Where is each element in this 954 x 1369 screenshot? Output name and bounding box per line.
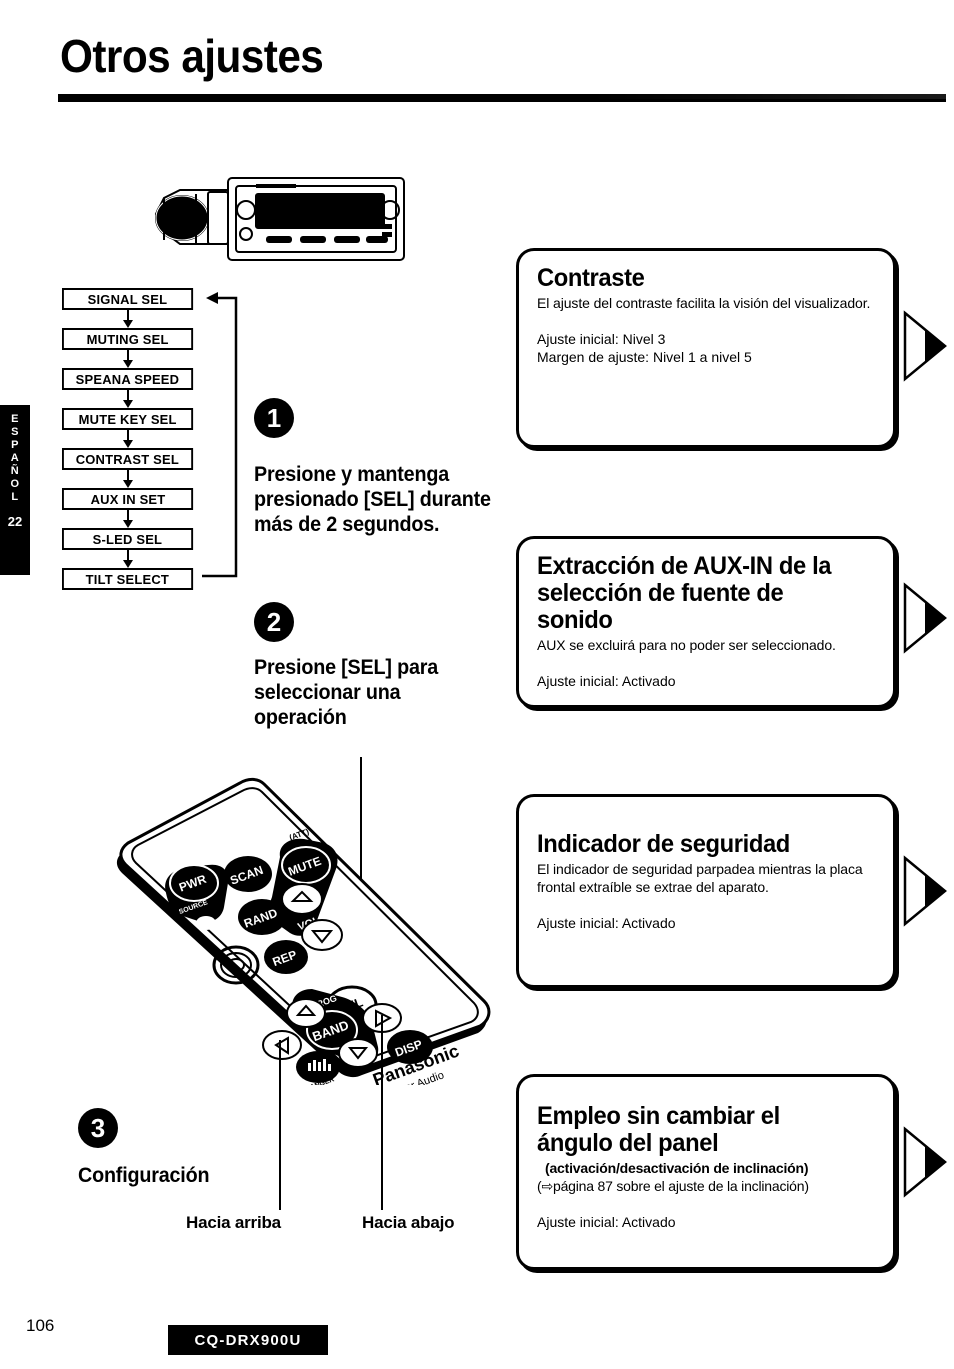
- flow-step-signal-sel[interactable]: SIGNAL SEL: [62, 288, 194, 310]
- flow-step-s-led-sel[interactable]: S-LED SEL: [62, 528, 194, 550]
- page-number: 106: [26, 1316, 55, 1335]
- card-contraste-desc: El ajuste del contraste facilita la visi…: [537, 295, 871, 311]
- flow-step-aux-in-set[interactable]: AUX IN SET: [62, 488, 194, 510]
- card-contraste: Contraste El ajuste del contraste facili…: [516, 248, 896, 448]
- language-tab-number: 22: [7, 514, 23, 529]
- label-hacia-arriba: Hacia arriba: [186, 1213, 281, 1232]
- card-aux-in-setting-1: Ajuste inicial: Activado: [537, 673, 676, 689]
- card-aux-in-title: Extracción de AUX-IN de la selección de …: [537, 552, 832, 634]
- page-title: Otros ajustes: [60, 30, 324, 82]
- language-letter: A: [10, 452, 20, 464]
- card-contraste-title: Contraste: [537, 264, 645, 292]
- head-unit-illustration: [60, 170, 410, 280]
- card-angulo-panel: Empleo sin cambiar el ángulo del panel (…: [516, 1074, 896, 1270]
- remote-control-illustration: PWR SOURCE SCAN MUTE (ATT) VOL RAND REP: [110, 775, 500, 1097]
- card-angulo-panel-arrow-icon: [902, 1126, 948, 1198]
- step-3-badge: 3: [78, 1108, 118, 1148]
- flow-step-label: MUTE KEY SEL: [78, 411, 177, 427]
- model-badge: CQ-DRX900U: [168, 1325, 328, 1355]
- label-hacia-abajo: Hacia abajo: [362, 1213, 455, 1232]
- card-aux-in-desc: AUX se excluirá para no poder ser selecc…: [537, 637, 836, 653]
- language-tab: E S P A Ñ O L 22: [0, 405, 30, 575]
- card-indicador-seguridad-setting-1: Ajuste inicial: Activado: [537, 915, 676, 931]
- leader-line-up: [279, 1040, 281, 1210]
- card-indicador-seguridad-desc: El indicador de seguridad parpadea mient…: [537, 861, 863, 895]
- step-2-number: 2: [266, 607, 282, 637]
- flow-loopback-arrow-icon: [200, 292, 244, 578]
- step-1-badge: 1: [254, 398, 294, 438]
- card-contraste-setting-2: Margen de ajuste: Nivel 1 a nivel 5: [537, 349, 752, 365]
- language-letter: P: [11, 439, 19, 451]
- card-angulo-panel-title: Empleo sin cambiar el ángulo del panel: [537, 1102, 780, 1157]
- step-3-number: 3: [90, 1113, 106, 1143]
- card-angulo-panel-subnote2: (⇨página 87 sobre el ajuste de la inclin…: [537, 1178, 809, 1194]
- card-contraste-setting-1: Ajuste inicial: Nivel 3: [537, 331, 666, 347]
- step-2-badge: 2: [254, 602, 294, 642]
- flow-step-label: MUTING SEL: [86, 331, 169, 347]
- title-rule: [58, 94, 946, 102]
- flow-step-label: AUX IN SET: [90, 491, 165, 507]
- step-1-number: 1: [266, 403, 282, 433]
- card-aux-in: Extracción de AUX-IN de la selección de …: [516, 536, 896, 708]
- card-angulo-panel-setting-1: Ajuste inicial: Activado: [537, 1214, 676, 1230]
- card-contraste-arrow-icon: [902, 310, 948, 382]
- step-2-text: Presione [SEL] para seleccionar una oper…: [254, 656, 439, 729]
- step-3-text: Configuración: [78, 1164, 210, 1187]
- flow-step-muting-sel[interactable]: MUTING SEL: [62, 328, 194, 350]
- flow-step-mute-key-sel[interactable]: MUTE KEY SEL: [62, 408, 194, 430]
- flow-arrow-down-icon: [62, 470, 202, 488]
- flow-step-speana-speed[interactable]: SPEANA SPEED: [62, 368, 194, 390]
- flow-step-label: CONTRAST SEL: [75, 451, 180, 467]
- flow-arrow-down-icon: [62, 510, 202, 528]
- card-indicador-seguridad-arrow-icon: [902, 855, 948, 927]
- settings-flow-chart: SIGNAL SEL MUTING SEL SPEANA SPEED MUTE …: [62, 288, 202, 590]
- flow-step-label: S-LED SEL: [92, 531, 163, 547]
- card-indicador-seguridad: Indicador de seguridad El indicador de s…: [516, 794, 896, 988]
- language-letter: Ñ: [10, 465, 20, 477]
- card-angulo-panel-subnote: (activación/desactivación de inclinación…: [545, 1160, 809, 1176]
- flow-step-tilt-select[interactable]: TILT SELECT: [62, 568, 194, 590]
- flow-arrow-down-icon: [62, 350, 202, 368]
- step-1-text: Presione y mantenga presionado [SEL] dur…: [254, 463, 491, 536]
- flow-arrow-down-icon: [62, 390, 202, 408]
- language-letter: L: [11, 491, 19, 503]
- flow-arrow-down-icon: [62, 430, 202, 448]
- language-letter: E: [11, 413, 19, 425]
- flow-step-label: SIGNAL SEL: [87, 291, 168, 307]
- card-aux-in-arrow-icon: [902, 582, 948, 654]
- flow-step-label: SPEANA SPEED: [75, 371, 180, 387]
- language-letter: O: [10, 478, 20, 490]
- flow-arrow-down-icon: [62, 310, 202, 328]
- flow-step-contrast-sel[interactable]: CONTRAST SEL: [62, 448, 194, 470]
- leader-line-down: [381, 1015, 383, 1210]
- card-indicador-seguridad-title: Indicador de seguridad: [537, 830, 790, 858]
- flow-arrow-down-icon: [62, 550, 202, 568]
- language-letter: S: [11, 426, 19, 438]
- manual-page: Otros ajustes E S P A Ñ O L 22 SIGNAL SE…: [0, 0, 954, 1369]
- flow-step-label: TILT SELECT: [85, 571, 170, 587]
